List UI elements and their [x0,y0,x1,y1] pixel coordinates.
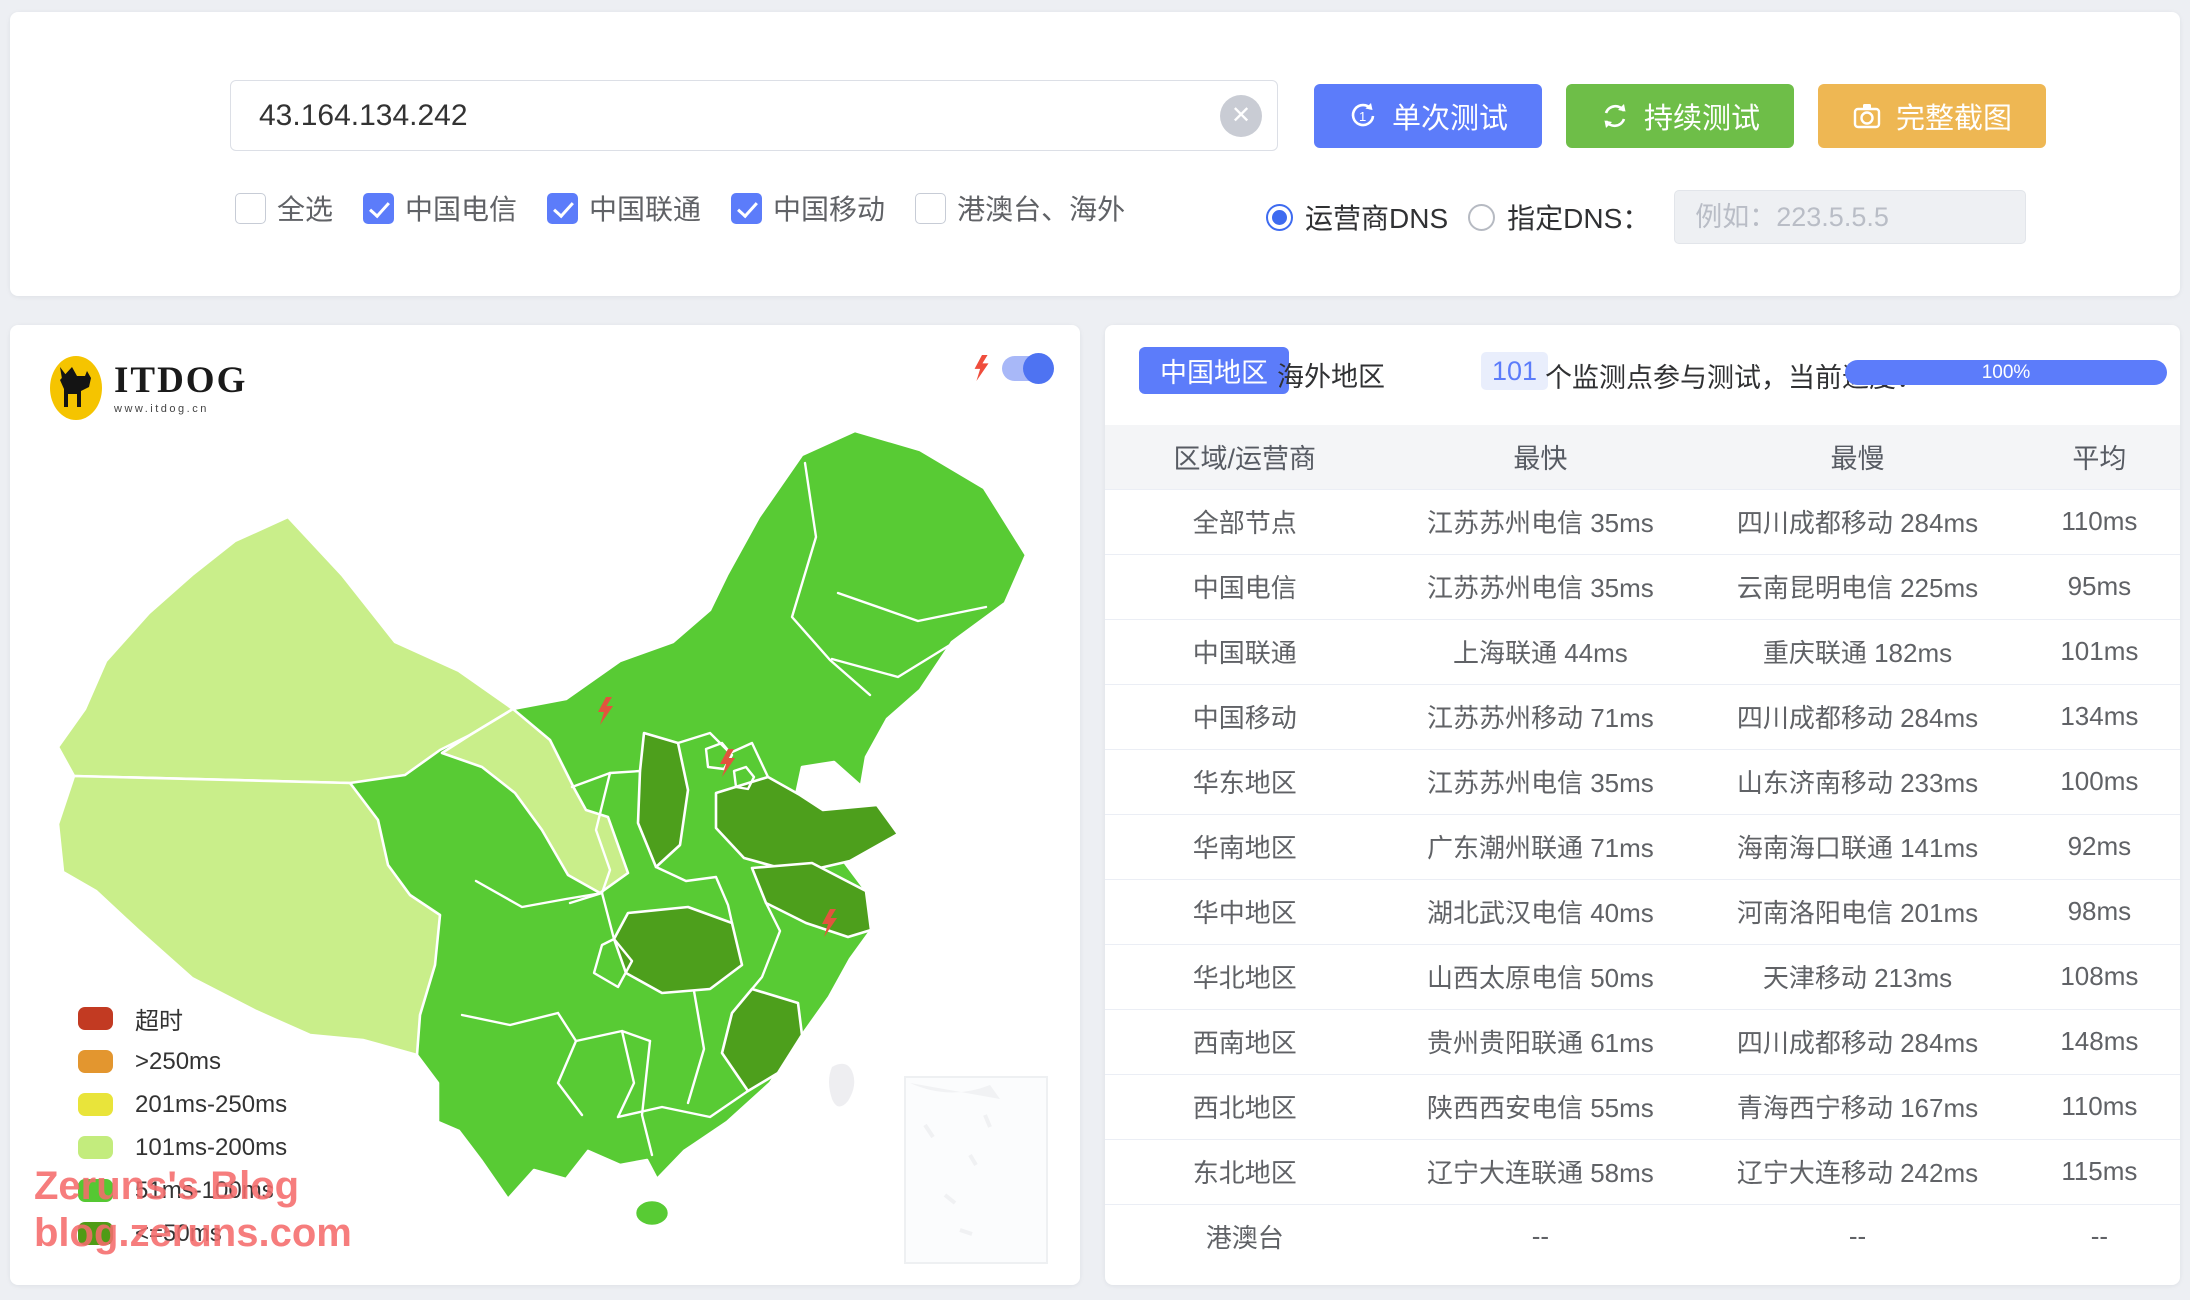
col-fastest: 最快 [1384,425,1697,489]
legend-item-under-50[interactable]: <=50ms [78,1212,287,1255]
col-average: 平均 [2018,425,2180,489]
host-input-wrap: ✕ [230,80,1278,151]
table-row: 西北地区 陕西西安电信 55ms 青海西宁移动 167ms 110ms [1105,1073,2180,1139]
checkbox-checked-icon[interactable] [547,192,579,224]
host-input[interactable] [230,80,1278,151]
legend-item-101-200[interactable]: 101ms-200ms [78,1126,287,1169]
progress-label: 100% [1981,361,2031,383]
refresh-loop-icon [1600,101,1630,131]
legend-item-timeout[interactable]: 超时 [78,997,287,1040]
checkbox-icon[interactable] [915,192,947,224]
legend-chip-yellow [78,1093,113,1116]
single-test-button[interactable]: 1 单次测试 [1314,84,1543,148]
legend-chip-lightgreen [78,1136,113,1159]
monitor-count-badge: 101 [1481,352,1549,390]
legend-chip-orange [78,1050,113,1073]
query-card: ✕ 1 单次测试 持续测试 完整截图 全选 中国电信 [10,12,2180,296]
checkbox-checked-icon[interactable] [731,192,763,224]
tab-overseas-region[interactable]: 海外地区 [1277,355,1385,394]
map-animation-toggle[interactable] [1002,352,1054,384]
itdog-dog-icon [50,356,102,420]
latency-legend: 超时 >250ms 201ms-250ms 101ms-200ms 51ms-1… [78,997,287,1255]
dns-option-row: 运营商DNS 指定DNS： [1266,190,2027,244]
itdog-logo[interactable]: ITDOG www.itdog.cn [48,355,247,421]
province-shandong[interactable] [714,775,900,875]
legend-chip-darkgreen [78,1222,113,1245]
checkbox-icon[interactable] [235,192,266,224]
map-animation-toggle-wrap [972,352,1054,384]
radio-label: 指定DNS： [1507,203,1651,234]
action-buttons: 1 单次测试 持续测试 完整截图 [1314,84,2047,148]
legend-chip-green [78,1179,113,1202]
legend-item-51-100[interactable]: 51ms-100ms [78,1169,287,1212]
results-header: 中国地区 海外地区 101 个监测点参与测试，当前进度： 100% [1105,325,2180,425]
checkbox-china-telecom[interactable]: 中国电信 [363,188,517,228]
checkbox-label: 全选 [277,194,334,225]
table-row: 华北地区 山西太原电信 50ms 天津移动 213ms 108ms [1105,943,2180,1009]
table-row: 华东地区 江苏苏州电信 35ms 山东济南移动 233ms 100ms [1105,748,2180,814]
screenshot-label: 完整截图 [1896,103,2013,135]
checkbox-checked-icon[interactable] [363,192,395,224]
checkbox-overseas[interactable]: 港澳台、海外 [915,188,1125,228]
radio-selected-icon[interactable] [1266,203,1293,231]
logo-subtitle: www.itdog.cn [114,402,209,415]
table-header-row: 区域/运营商 最快 最慢 平均 [1105,425,2180,489]
col-region: 区域/运营商 [1105,425,1385,489]
clear-input-icon[interactable]: ✕ [1220,95,1262,137]
isp-filter-row: 全选 中国电信 中国联通 中国移动 港澳台、海外 [235,188,1125,228]
legend-chip-red [78,1007,113,1030]
bolt-icon [974,355,989,381]
checkbox-label: 中国联通 [589,194,702,225]
radio-custom-dns[interactable]: 指定DNS： [1468,197,1650,237]
checkbox-label: 中国电信 [405,194,518,225]
camera-icon [1852,101,1882,131]
tab-china-region[interactable]: 中国地区 [1139,347,1289,394]
checkbox-label: 港澳台、海外 [957,194,1126,225]
results-card: 中国地区 海外地区 101 个监测点参与测试，当前进度： 100% 区域/运营商… [1105,325,2180,1285]
screenshot-button[interactable]: 完整截图 [1818,84,2047,148]
continuous-test-button[interactable]: 持续测试 [1566,84,1795,148]
radio-icon[interactable] [1468,203,1496,231]
single-test-label: 单次测试 [1392,103,1509,135]
checkbox-china-unicom[interactable]: 中国联通 [547,188,701,228]
table-row: 中国联通 上海联通 44ms 重庆联通 182ms 101ms [1105,618,2180,684]
progress-bar: 100% [1845,360,2167,385]
continuous-test-label: 持续测试 [1644,103,1761,135]
refresh-once-icon: 1 [1348,101,1378,131]
table-row: 全部节点 江苏苏州电信 35ms 四川成都移动 284ms 110ms [1105,488,2180,554]
table-row: 港澳台 -- -- -- [1105,1203,2180,1269]
radio-label: 运营商DNS [1305,203,1449,234]
map-card: ITDOG www.itdog.cn 超时 >250ms 201ms-250ms… [10,325,1080,1285]
table-row: 中国移动 江苏苏州移动 71ms 四川成都移动 284ms 134ms [1105,683,2180,749]
legend-item-over-250[interactable]: >250ms [78,1040,287,1083]
svg-text:1: 1 [1359,109,1366,124]
checkbox-select-all[interactable]: 全选 [235,188,333,228]
table-row: 东北地区 辽宁大连联通 58ms 辽宁大连移动 242ms 115ms [1105,1138,2180,1204]
logo-title: ITDOG [114,359,248,401]
checkbox-label: 中国移动 [773,194,886,225]
radio-carrier-dns[interactable]: 运营商DNS [1266,197,1448,237]
col-slowest: 最慢 [1696,425,2019,489]
legend-item-201-250[interactable]: 201ms-250ms [78,1083,287,1126]
province-hainan[interactable] [633,1198,671,1228]
province-xinjiang[interactable] [56,515,515,785]
checkbox-china-mobile[interactable]: 中国移动 [731,188,885,228]
latency-summary-table: 区域/运营商 最快 最慢 平均 全部节点 江苏苏州电信 35ms 四川成都移动 28… [1105,425,2180,1269]
table-row: 西南地区 贵州贵阳联通 61ms 四川成都移动 284ms 148ms [1105,1008,2180,1074]
table-row: 华中地区 湖北武汉电信 40ms 河南洛阳电信 201ms 98ms [1105,878,2180,944]
south-china-sea-inset [904,1076,1048,1264]
table-row: 华南地区 广东潮州联通 71ms 海南海口联通 141ms 92ms [1105,813,2180,879]
table-row: 中国电信 江苏苏州电信 35ms 云南昆明电信 225ms 95ms [1105,553,2180,619]
province-taiwan[interactable] [829,1063,855,1107]
custom-dns-input[interactable] [1674,190,2027,244]
